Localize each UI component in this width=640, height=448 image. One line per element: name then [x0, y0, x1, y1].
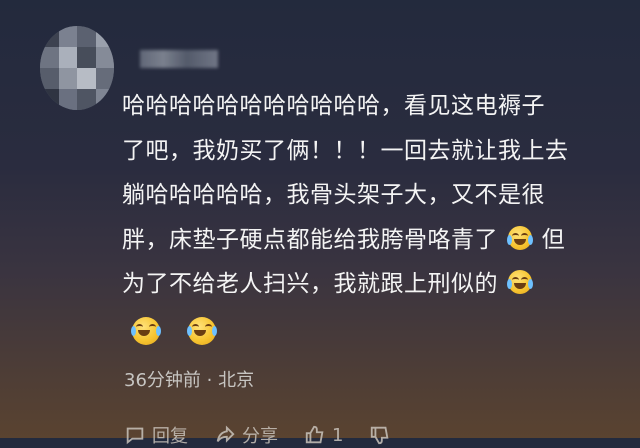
share-icon: [216, 425, 235, 443]
like-count: 1: [332, 424, 344, 446]
crying-laughing-emoji-icon: [506, 225, 533, 250]
crying-laughing-emoji-icon: [187, 317, 217, 345]
dislike-button[interactable]: [369, 422, 391, 448]
comment-line: 为了不给老人扫兴，我就跟上刑似的: [122, 262, 622, 307]
comment-actions: 回复 分享 1: [124, 422, 391, 448]
reply-button[interactable]: 回复: [124, 422, 188, 448]
comment-line: 胖，床垫子硬点都能给我胯骨咯青了 但: [122, 218, 622, 263]
share-button[interactable]: 分享: [214, 422, 278, 448]
thumbs-down-icon: [371, 426, 389, 445]
thumbs-up-icon: [305, 425, 324, 444]
share-label: 分享: [242, 426, 278, 447]
username-blurred[interactable]: [140, 50, 218, 68]
comment-line: 哈哈哈哈哈哈哈哈哈哈哈，看见这电褥子: [122, 93, 545, 119]
reply-label: 回复: [152, 426, 188, 447]
emoji-row: [130, 317, 218, 345]
reply-icon: [126, 427, 144, 445]
comment-line-text: 胖，床垫子硬点都能给我胯骨咯青了: [122, 226, 498, 253]
comment-meta: 36分钟前 · 北京: [124, 370, 255, 391]
avatar[interactable]: [40, 26, 114, 110]
comment-line-text: 为了不给老人扫兴，我就跟上刑似的: [122, 271, 498, 297]
comment-line-text: 但: [541, 226, 566, 253]
comment-line: 了吧，我奶买了俩！！！一回去就让我上去: [122, 137, 569, 164]
comment-line: 躺哈哈哈哈哈，我骨头架子大，又不是很: [122, 182, 545, 208]
comment-text: 哈哈哈哈哈哈哈哈哈哈哈，看见这电褥子 了吧，我奶买了俩！！！一回去就让我上去 躺…: [122, 84, 622, 307]
crying-laughing-emoji-icon: [131, 317, 161, 345]
crying-laughing-emoji-icon: [506, 270, 533, 294]
like-button[interactable]: 1: [304, 422, 343, 448]
